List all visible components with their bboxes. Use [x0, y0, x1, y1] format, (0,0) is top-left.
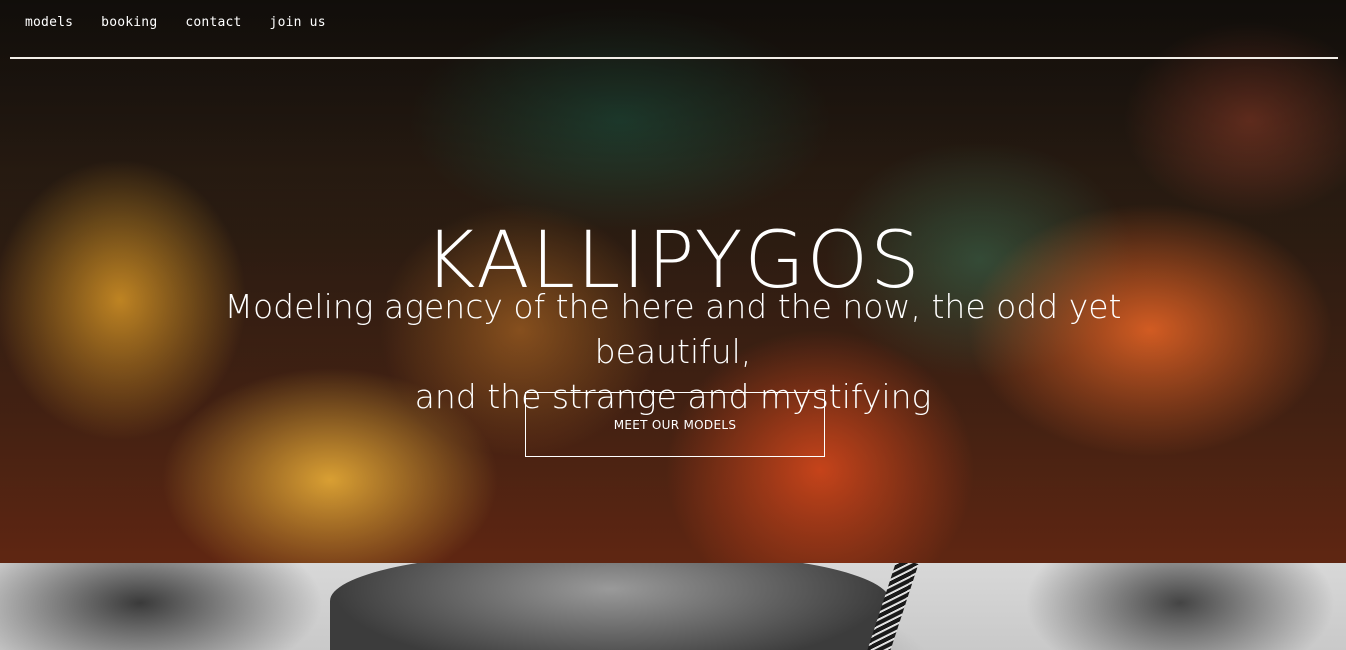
nav-link-contact[interactable]: contact	[185, 15, 241, 30]
model-portrait-image	[330, 563, 890, 650]
nav-link-join-us[interactable]: join us	[270, 15, 326, 30]
nav-link-models[interactable]: models	[25, 15, 73, 30]
nav-links: models booking contact join us	[25, 15, 354, 30]
model-photo-section	[0, 563, 1346, 650]
meet-our-models-button[interactable]: MEET OUR MODELS	[525, 392, 825, 457]
top-nav: models booking contact join us	[10, 0, 1338, 59]
hero-banner: models booking contact join us KALLIPYGO…	[0, 0, 1346, 563]
nav-link-booking[interactable]: booking	[101, 15, 157, 30]
tagline-line-1: Modeling agency of the here and the now,…	[224, 287, 1122, 371]
